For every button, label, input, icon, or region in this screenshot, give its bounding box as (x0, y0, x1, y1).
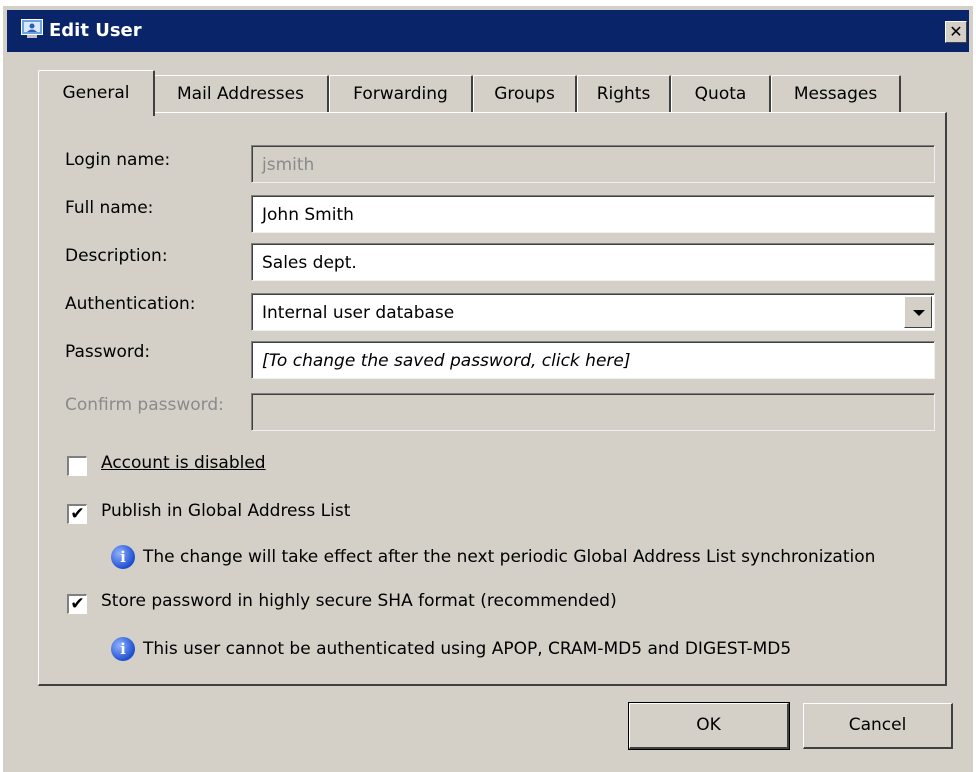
tab-label: Messages (793, 84, 878, 104)
tab-label: General (62, 83, 130, 103)
publish-gal-checkbox[interactable]: ✔ (67, 504, 87, 524)
tab-label: Rights (596, 84, 651, 104)
login-name-label: Login name: (65, 150, 171, 170)
tab-label: Quota (694, 84, 747, 104)
password-label: Password: (65, 342, 151, 362)
publish-gal-label[interactable]: Publish in Global Address List (101, 501, 350, 521)
tab-quota[interactable]: Quota (671, 75, 771, 113)
checkmark-icon: ✔ (70, 504, 85, 524)
tab-messages[interactable]: Messages (771, 75, 901, 113)
account-disabled-checkbox[interactable] (67, 456, 87, 476)
confirm-password-field (251, 393, 935, 431)
authentication-select[interactable]: Internal user database (251, 293, 935, 331)
tab-general[interactable]: General (38, 70, 155, 116)
store-sha-label[interactable]: Store password in highly secure SHA form… (101, 591, 617, 611)
user-edit-icon (21, 19, 43, 39)
info-icon: i (111, 637, 135, 661)
authentication-label: Authentication: (65, 294, 196, 314)
title-bar[interactable]: Edit User ✕ (7, 10, 969, 52)
tab-label: Mail Addresses (177, 84, 304, 104)
tab-mail-addresses[interactable]: Mail Addresses (153, 75, 329, 113)
confirm-password-label: Confirm password: (65, 395, 224, 415)
store-sha-info-text: This user cannot be authenticated using … (143, 639, 792, 659)
chevron-down-icon[interactable] (904, 296, 932, 328)
cancel-button[interactable]: Cancel (803, 703, 953, 749)
close-icon: ✕ (949, 22, 963, 41)
tab-rights[interactable]: Rights (577, 75, 671, 113)
general-tab-panel: Login name: jsmith Full name: John Smith… (38, 112, 947, 686)
authentication-value: Internal user database (262, 303, 455, 323)
full-name-field[interactable]: John Smith (251, 195, 935, 233)
tab-label: Groups (494, 84, 555, 104)
store-sha-checkbox[interactable]: ✔ (67, 594, 87, 614)
publish-gal-info-text: The change will take effect after the ne… (143, 547, 876, 567)
tab-groups[interactable]: Groups (473, 75, 577, 113)
account-disabled-label[interactable]: Account is disabled (101, 453, 266, 473)
window-title: Edit User (49, 20, 142, 41)
login-name-field: jsmith (251, 145, 935, 183)
description-field[interactable]: Sales dept. (251, 243, 935, 281)
description-label: Description: (65, 246, 168, 266)
full-name-label: Full name: (65, 198, 154, 218)
tab-forwarding[interactable]: Forwarding (329, 75, 473, 113)
account-disabled-text: Account is disabled (101, 453, 266, 473)
edit-user-dialog: Edit User ✕ General Mail Addresses Forwa… (3, 6, 973, 772)
info-icon: i (111, 545, 135, 569)
ok-button[interactable]: OK (628, 702, 790, 750)
password-field[interactable]: [To change the saved password, click her… (251, 341, 935, 379)
checkmark-icon: ✔ (70, 594, 85, 614)
tab-label: Forwarding (353, 84, 448, 104)
close-button[interactable]: ✕ (945, 21, 967, 43)
